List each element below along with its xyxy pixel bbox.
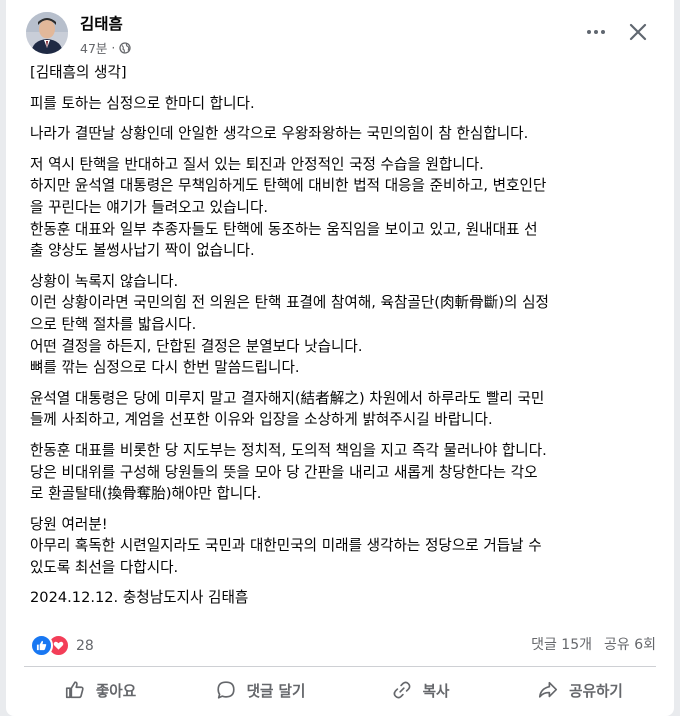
post-line: 한동훈 대표와 일부 추종자들도 탄핵에 동조하는 움직임을 보이고 있고, 원… [30,220,538,238]
avatar-photo [26,12,68,54]
thumbs-up-icon [36,640,47,651]
post-line: 있도록 최선을 다합시다. [30,558,179,576]
post-line: 로 환골탈태(換骨奪胎)해야만 합니다. [30,485,262,503]
post-line: 어떤 결정을 하든지, 단합된 결정은 분열보다 낫습니다. [30,337,363,355]
post-meta: 47분 · [80,38,132,57]
action-bar: 좋아요 댓글 달기 복사 공유하기 [20,670,660,710]
comment-button[interactable]: 댓글 달기 [180,670,340,710]
post-paragraph: 윤석열 대통령은 당에 미루지 말고 결자해지(結者解之) 차원에서 하루라도 … [30,388,656,431]
copy-button[interactable]: 복사 [340,670,500,710]
comment-label: 댓글 달기 [246,682,306,700]
post-line: 이런 상황이라면 국민의힘 전 의원은 탄핵 표결에 참여해, 육참골단(肉斬骨… [30,294,549,312]
post-line: 나라가 결딴날 상황인데 안일한 생각으로 우왕좌왕하는 국민의힘이 참 한심합… [30,125,529,143]
post-line: 하지만 윤석열 대통령은 무책임하게도 탄핵에 대비한 법적 대응을 준비하고,… [30,177,547,195]
close-button[interactable] [626,20,650,44]
post-line: 뼈를 깎는 심정으로 다시 한번 말씀드립니다. [30,359,300,377]
post-paragraph: 나라가 결딴날 상황인데 안일한 생각으로 우왕좌왕하는 국민의힘이 참 한심합… [30,123,656,145]
share-count[interactable]: 공유 6회 [604,634,656,654]
post-paragraph: [김태흠의 생각] [30,62,656,84]
post-line: 당원 여러분! [30,515,108,533]
post-paragraph: 당원 여러분! 아무리 혹독한 시련일지라도 국민과 대한민국의 미래를 생각하… [30,514,656,579]
post-line: 을 꾸린다는 얘기가 들려오고 있습니다. [30,198,269,216]
post-paragraph: 피를 토하는 심정으로 한마디 합니다. [30,93,656,115]
post-line: 한동훈 대표를 비롯한 당 지도부는 정치적, 도의적 책임을 지고 즉각 물러… [30,441,547,459]
post-line: 저 역시 탄핵을 반대하고 질서 있는 퇴진과 안정적인 국정 수습을 원합니다… [30,155,484,173]
post-line: 2024.12.12. 충청남도지사 김태흠 [30,589,249,607]
heart-icon [53,641,64,650]
thumbs-up-icon [65,681,84,699]
more-options-button[interactable] [584,20,608,44]
link-icon [393,681,411,699]
share-arrow-icon [539,681,558,698]
post-line: 피를 토하는 심정으로 한마디 합니다. [30,94,255,112]
post-text: [김태흠의 생각] 피를 토하는 심정으로 한마디 합니다. 나라가 결딴날 상… [30,62,656,618]
post-line: 상황이 녹록지 않습니다. [30,272,179,290]
post-line: 들께 사죄하고, 계엄을 선포한 이유와 입장을 소상하게 밝혀주시길 바랍니다… [30,411,493,429]
reactions-summary[interactable]: 28 [30,634,94,657]
post-line: 당은 비대위를 구성해 당원들의 뜻을 모아 당 간판을 내리고 새롭게 창당한… [30,463,538,481]
copy-label: 복사 [422,682,450,700]
post-paragraph: 상황이 녹록지 않습니다. 이런 상황이라면 국민의힘 전 의원은 탄핵 표결에… [30,271,656,379]
more-dots-icon [587,30,605,34]
like-label: 좋아요 [95,682,137,700]
post-line: 으로 탄핵 절차를 밟읍시다. [30,315,197,333]
globe-icon[interactable] [119,41,132,54]
share-button[interactable]: 공유하기 [500,670,660,710]
divider [24,666,656,667]
close-icon [629,23,647,41]
post-signature: 2024.12.12. 충청남도지사 김태흠 [30,587,656,609]
post-line: 아무리 혹독한 시련일지라도 국민과 대한민국의 미래를 생각하는 정당으로 거… [30,537,542,555]
author-avatar[interactable] [26,12,68,54]
post-time[interactable]: 47분 [80,38,107,57]
post-card: 김태흠 47분 · [김태흠의 생각] 피를 토하는 심정으로 한마디 합니다.… [6,0,674,716]
post-paragraph: 한동훈 대표를 비롯한 당 지도부는 정치적, 도의적 책임을 지고 즉각 물러… [30,440,656,505]
reaction-count[interactable]: 28 [76,638,94,654]
post-line: 윤석열 대통령은 당에 미루지 말고 결자해지(結者解之) 차원에서 하루라도 … [30,389,545,407]
comment-icon [216,681,235,699]
engagement-stats: 댓글 15개 공유 6회 [531,634,656,654]
comment-count[interactable]: 댓글 15개 [531,634,592,654]
post-line: 출 양상도 볼썽사납기 짝이 없습니다. [30,242,255,260]
like-reaction-icon [30,634,53,657]
post-line: [김태흠의 생각] [30,64,127,81]
post-header: 김태흠 47분 · [6,0,674,64]
like-button[interactable]: 좋아요 [20,670,180,710]
share-label: 공유하기 [569,682,623,700]
author-name[interactable]: 김태흠 [80,12,123,34]
meta-separator: · [111,40,116,55]
post-paragraph: 저 역시 탄핵을 반대하고 질서 있는 퇴진과 안정적인 국정 수습을 원합니다… [30,154,656,262]
